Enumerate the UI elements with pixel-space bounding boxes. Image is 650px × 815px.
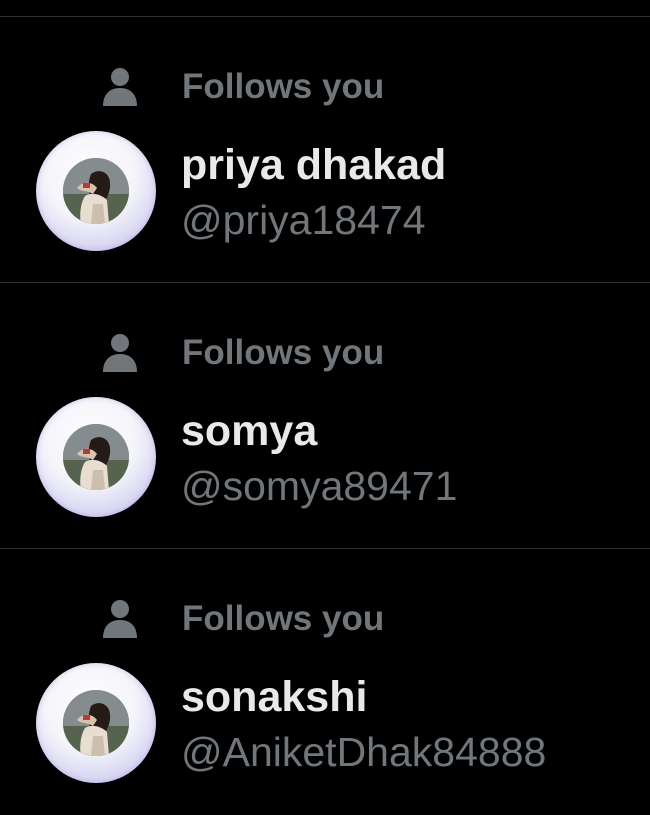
follows-you-context: Follows you <box>102 323 384 383</box>
follower-row[interactable]: Follows you somya @somya89471 <box>0 283 650 549</box>
avatar-photo <box>63 424 129 490</box>
user-handle[interactable]: @priya18474 <box>181 195 426 245</box>
person-icon <box>103 600 137 638</box>
follows-you-context: Follows you <box>102 57 384 117</box>
avatar[interactable] <box>36 397 156 517</box>
user-handle[interactable]: @AniketDhak84888 <box>181 727 546 777</box>
avatar[interactable] <box>36 663 156 783</box>
display-name[interactable]: somya <box>181 405 317 457</box>
follows-you-label: Follows you <box>182 599 385 638</box>
follows-you-label: Follows you <box>182 333 385 372</box>
user-handle[interactable]: @somya89471 <box>181 461 457 511</box>
avatar[interactable] <box>36 131 156 251</box>
display-name[interactable]: sonakshi <box>181 671 367 723</box>
person-icon <box>103 334 137 372</box>
follower-row[interactable]: Follows you sonakshi @AniketDhak84888 <box>0 549 650 815</box>
avatar-photo <box>63 158 129 224</box>
display-name[interactable]: priya dhakad <box>181 139 446 191</box>
follows-you-label: Follows you <box>182 67 385 106</box>
avatar-photo <box>63 690 129 756</box>
follows-you-context: Follows you <box>102 589 384 649</box>
follower-row[interactable]: Follows you priya dhakad @priya18474 <box>0 17 650 283</box>
person-icon <box>103 68 137 106</box>
